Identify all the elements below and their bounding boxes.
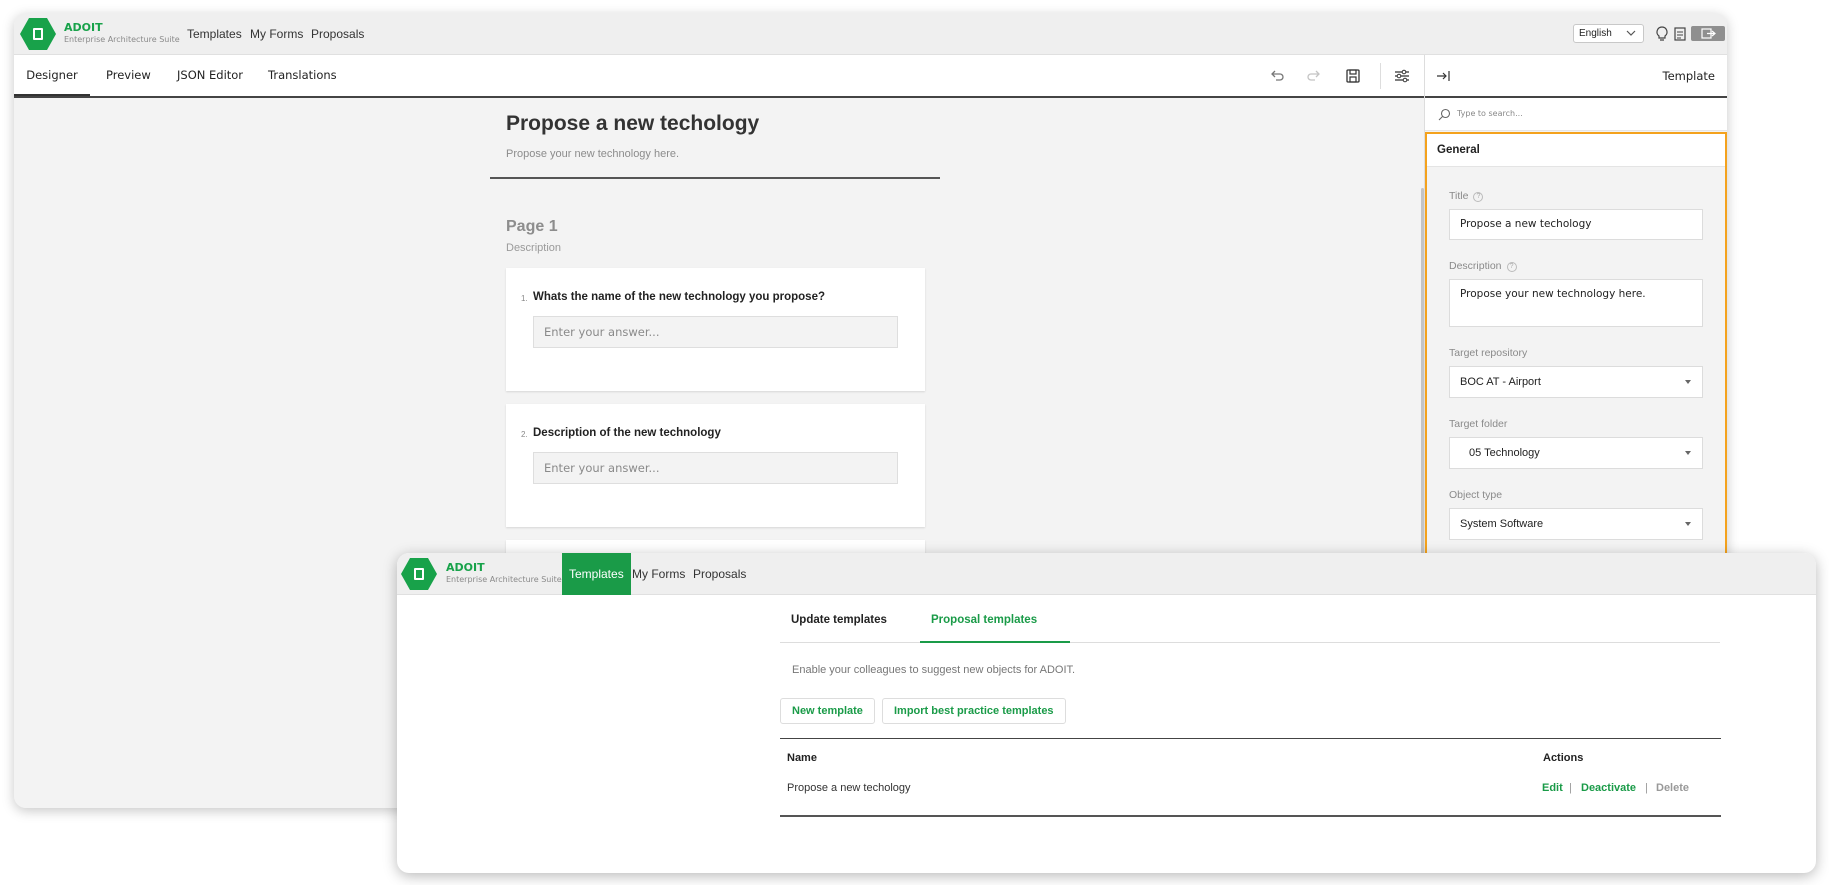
description-field[interactable]: Propose your new technology here.	[1449, 279, 1703, 327]
table-top-border	[780, 738, 1721, 739]
table-bottom-border	[780, 815, 1721, 817]
object-type-label: Object type	[1449, 489, 1503, 501]
deactivate-link[interactable]: Deactivate	[1581, 782, 1636, 794]
import-templates-button[interactable]: Import best practice templates	[882, 698, 1066, 724]
nav-proposals[interactable]: Proposals	[693, 553, 746, 595]
column-header-actions: Actions	[1543, 752, 1584, 764]
language-value: English	[1579, 28, 1612, 39]
tab-proposal-templates[interactable]: Proposal templates	[931, 614, 1037, 626]
brand-subtitle: Enterprise Architecture Suite	[446, 575, 562, 584]
tab-designer[interactable]: Designer	[14, 55, 90, 96]
redo-icon[interactable]	[1306, 68, 1322, 84]
survey-title[interactable]: Propose a new techology	[506, 112, 759, 136]
panel-title: Template	[1662, 69, 1715, 83]
caret-down-icon	[1685, 522, 1691, 526]
template-name-cell: Propose a new techology	[787, 782, 911, 794]
active-tab-indicator	[920, 641, 1070, 643]
top-bar: ADOIT Enterprise Architecture Suite Temp…	[14, 13, 1727, 55]
panel-header: Template	[1425, 55, 1727, 98]
survey-description[interactable]: Propose your new technology here.	[506, 148, 679, 160]
brand-name: ADOIT	[64, 21, 103, 34]
caret-down-icon	[1685, 380, 1691, 384]
logout-icon	[1701, 28, 1716, 39]
description-label: Description?	[1449, 260, 1517, 272]
answer-input[interactable]: Enter your answer...	[533, 316, 898, 348]
separator: |	[1569, 782, 1572, 794]
object-type-value: System Software	[1460, 518, 1544, 530]
general-section-header[interactable]: General	[1427, 134, 1725, 167]
brand-subtitle: Enterprise Architecture Suite	[64, 35, 180, 44]
question-text[interactable]: Whats the name of the new technology you…	[533, 291, 825, 303]
settings-sliders-icon[interactable]	[1394, 68, 1410, 84]
target-folder-value: 05 Technology	[1469, 447, 1540, 459]
search-placeholder: Type to search...	[1457, 109, 1523, 118]
page-description[interactable]: Description	[506, 242, 561, 254]
language-select[interactable]: English	[1573, 24, 1644, 43]
title-field[interactable]: Propose a new techology	[1449, 209, 1703, 240]
adoit-logo-icon[interactable]	[401, 557, 437, 591]
help-icon[interactable]: ?	[1506, 262, 1517, 272]
question-number: 1.	[521, 294, 528, 303]
save-icon[interactable]	[1345, 68, 1361, 84]
question-card[interactable]: 2. Description of the new technology Ent…	[506, 404, 925, 527]
brand-name: ADOIT	[446, 561, 485, 574]
title-divider	[490, 177, 940, 179]
target-repository-select[interactable]: BOC AT - Airport	[1449, 366, 1703, 398]
document-icon[interactable]	[1673, 26, 1687, 42]
info-text: Enable your colleagues to suggest new ob…	[792, 664, 1076, 676]
tab-translations[interactable]: Translations	[268, 55, 337, 96]
answer-input[interactable]: Enter your answer...	[533, 452, 898, 484]
object-type-select[interactable]: System Software	[1449, 508, 1703, 540]
logout-button[interactable]	[1691, 26, 1725, 41]
target-folder-label: Target folder	[1449, 418, 1508, 430]
nav-my-forms[interactable]: My Forms	[632, 553, 685, 595]
nav-templates[interactable]: Templates	[562, 553, 631, 595]
collapse-panel-icon[interactable]	[1435, 68, 1451, 84]
toolbar-divider	[1380, 63, 1381, 89]
question-number: 2.	[521, 430, 528, 439]
nav-templates[interactable]: Templates	[187, 13, 242, 55]
top-bar: ADOIT Enterprise Architecture Suite Temp…	[397, 553, 1816, 595]
tab-update-templates[interactable]: Update templates	[791, 614, 887, 626]
templates-window: ADOIT Enterprise Architecture Suite Temp…	[397, 553, 1816, 873]
question-text[interactable]: Description of the new technology	[533, 427, 721, 439]
title-label: Title?	[1449, 190, 1484, 202]
tab-json-editor[interactable]: JSON Editor	[177, 55, 243, 96]
nav-proposals[interactable]: Proposals	[311, 13, 364, 55]
undo-icon[interactable]	[1269, 68, 1285, 84]
adoit-logo-icon[interactable]	[20, 17, 56, 51]
caret-down-icon	[1685, 451, 1691, 455]
search-icon	[1438, 108, 1451, 121]
brand: ADOIT Enterprise Architecture Suite	[446, 562, 562, 585]
target-repository-label: Target repository	[1449, 347, 1528, 359]
page-title[interactable]: Page 1	[506, 218, 558, 236]
tab-preview[interactable]: Preview	[106, 55, 151, 96]
separator: |	[1645, 782, 1648, 794]
general-section-title: General	[1437, 144, 1480, 156]
column-header-name: Name	[787, 752, 817, 764]
panel-search[interactable]: Type to search...	[1425, 98, 1727, 131]
brand: ADOIT Enterprise Architecture Suite	[64, 22, 180, 45]
question-card[interactable]: 1. Whats the name of the new technology …	[506, 268, 925, 391]
nav-my-forms[interactable]: My Forms	[250, 13, 303, 55]
new-template-button[interactable]: New template	[780, 698, 875, 724]
edit-link[interactable]: Edit	[1542, 782, 1563, 794]
target-folder-select[interactable]: 05 Technology	[1449, 437, 1703, 469]
delete-link[interactable]: Delete	[1656, 782, 1689, 794]
lightbulb-icon[interactable]	[1655, 26, 1669, 42]
chevron-down-icon	[1626, 30, 1636, 36]
target-repository-value: BOC AT - Airport	[1460, 376, 1541, 388]
help-icon[interactable]: ?	[1473, 192, 1484, 202]
